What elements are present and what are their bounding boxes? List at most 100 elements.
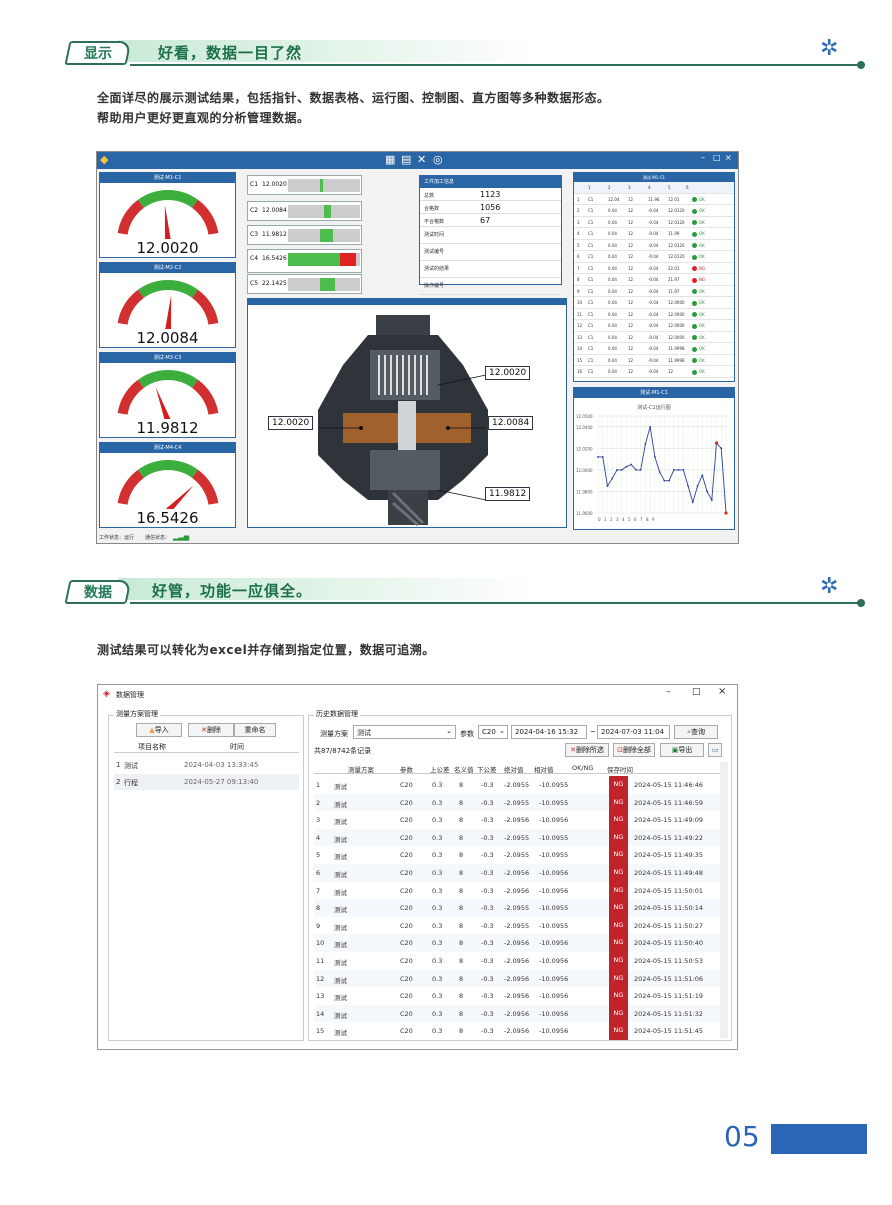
history-cell: 0.3 <box>432 1027 443 1036</box>
rename-button[interactable]: 重命名 <box>234 723 276 737</box>
result-table-row: 7 C1 0.04 12 -0.04 22.01 NG <box>574 263 734 274</box>
history-table-row[interactable]: 13 测试 C20 0.3 8 -0.3 -2.0956 -10.0956 NG 2024-05-… <box>314 987 720 1005</box>
table-scrollbar[interactable] <box>720 762 728 1038</box>
result-cell: C1 <box>588 277 594 282</box>
folder-icon[interactable]: ▭ <box>708 743 722 757</box>
tools-icon[interactable]: ✕ <box>417 153 426 166</box>
history-cell: 测试 <box>334 906 347 915</box>
history-cell: 0.3 <box>432 974 443 983</box>
history-cell: C20 <box>400 904 413 913</box>
result-cell: 12 <box>628 242 634 248</box>
history-table-row[interactable]: 4 测试 C20 0.3 8 -0.3 -2.0955 -10.0955 NG 2024-05-1… <box>314 828 720 847</box>
window-title: 数据管理 <box>116 691 144 699</box>
history-table-row[interactable]: 12 测试 C20 0.3 8 -0.3 -2.0956 -10.0956 NG 2024-05-… <box>314 969 720 988</box>
param-select[interactable]: C20 ⌄ <box>478 725 508 739</box>
ng-badge: NG <box>609 952 628 970</box>
history-table-row[interactable]: 9 测试 C20 0.3 8 -0.3 -2.0955 -10.0955 NG 2024-05-1… <box>314 916 720 935</box>
chevron-down-icon: ⌄ <box>499 727 505 735</box>
result-status: OK <box>692 369 705 375</box>
channel-bar: C1 12.0020 <box>247 175 362 195</box>
plan-select[interactable]: 测试 ⌄ <box>353 725 456 739</box>
ng-badge: NG <box>609 846 628 864</box>
result-cell: 22.01 <box>668 265 680 271</box>
gauge-panel: 测试-M1-C1 12.0020 <box>99 172 236 258</box>
result-status: OK <box>692 254 705 260</box>
export-button[interactable]: ▣导出 <box>660 743 704 757</box>
settings-icon[interactable]: ◎ <box>433 153 443 166</box>
history-cell: 0.3 <box>432 816 443 825</box>
result-table-row: 12 C1 0.04 12 -0.04 12.0000 OK <box>574 320 734 332</box>
signal-icon: ▂▃▅ <box>173 533 190 541</box>
result-cell: -0.04 <box>648 254 659 259</box>
data-icon[interactable]: ▤ <box>401 153 411 166</box>
history-table-row[interactable]: 10 测试 C20 0.3 8 -0.3 -2.0956 -10.0956 NG 2024-05-… <box>314 934 720 952</box>
x-tick-label: 9 <box>652 517 655 522</box>
diagram-label-bottom: 11.9812 <box>485 487 531 501</box>
history-table-row[interactable]: 6 测试 C20 0.3 8 -0.3 -2.0956 -10.0956 NG 2024-05-1… <box>314 864 720 882</box>
query-button[interactable]: ⌕查询 <box>674 725 718 739</box>
result-table-row: 6 C1 0.04 12 -0.04 12.0120 OK <box>574 251 734 263</box>
history-table-header: 测量方案 参数 上公差 名义值 下公差 绝对值 相对值 OK/NG 保存时间 <box>314 762 720 774</box>
delete-selected-button[interactable]: ✕删除所选 <box>565 743 609 757</box>
history-cell: 1 <box>316 781 321 789</box>
history-cell: 8 <box>459 939 464 948</box>
diagram-label-left: 12.0020 <box>268 416 314 430</box>
result-cell: 4 <box>577 231 580 236</box>
history-table-row[interactable]: 3 测试 C20 0.3 8 -0.3 -2.0956 -10.0956 NG 2024-05-1… <box>314 811 720 829</box>
info-row: 不合格数 67 <box>420 214 561 227</box>
minimize-icon[interactable]: – <box>701 153 705 162</box>
channel-track <box>288 205 360 218</box>
result-cell: 12 <box>628 265 634 271</box>
result-cell: 0.04 <box>608 242 617 248</box>
history-table-row[interactable]: 2 测试 C20 0.3 8 -0.3 -2.0955 -10.0955 NG 2024-05-1… <box>314 793 720 812</box>
history-cell: 2024-05-15 11:51:45 <box>634 1027 704 1036</box>
plan-list-item[interactable]: 1 测试 2024-04-03 13:33:45 <box>114 757 299 773</box>
history-cell: -2.0955 <box>504 851 530 860</box>
delete-button[interactable]: ✕删除 <box>188 723 234 737</box>
history-table-row[interactable]: 11 测试 C20 0.3 8 -0.3 -2.0956 -10.0956 NG 2024-05-… <box>314 952 720 970</box>
result-cell: C1 <box>588 369 594 374</box>
history-cell: 4 <box>316 833 321 842</box>
result-cell: 12 <box>668 369 674 374</box>
history-cell: 8 <box>459 974 464 983</box>
history-table-row[interactable]: 14 测试 C20 0.3 8 -0.3 -2.0956 -10.0956 NG 2024-05-… <box>314 1004 720 1023</box>
maximize-icon[interactable]: □ <box>713 153 721 162</box>
plan-list-item[interactable]: 2 行程 2024-05-27 09:13:40 <box>114 774 299 790</box>
history-cell: 测试 <box>334 818 347 827</box>
result-cell: 0.04 <box>608 231 617 236</box>
result-cell: 0.04 <box>608 254 617 259</box>
result-status: OK <box>692 300 705 306</box>
result-table-row: 8 C1 0.04 12 -0.04 21.97 NG <box>574 274 734 286</box>
section1-line <box>130 64 860 66</box>
history-cell: 0.3 <box>432 833 443 842</box>
history-table-row[interactable]: 5 测试 C20 0.3 8 -0.3 -2.0955 -10.0955 NG 2024-05-1… <box>314 846 720 864</box>
date-from-field[interactable]: 2024-04-16 15:32 <box>511 725 587 739</box>
data-point <box>625 465 628 468</box>
history-table-row[interactable]: 7 测试 C20 0.3 8 -0.3 -2.0956 -10.0956 NG 2024-05-1… <box>314 881 720 900</box>
import-button[interactable]: ▲导入 <box>136 723 182 737</box>
history-cell: 8 <box>459 1009 464 1018</box>
date-to-field[interactable]: 2024-07-03 11:04 <box>597 725 670 739</box>
history-cell: 0.3 <box>432 1009 443 1018</box>
channel-bar: C4 16.5426 <box>247 249 362 273</box>
section2-line <box>130 602 860 604</box>
minimize-button[interactable]: – <box>666 687 671 697</box>
history-col-header: 相对值 <box>534 766 554 774</box>
maximize-button[interactable]: □ <box>692 687 701 697</box>
monitor-icon[interactable]: ▦ <box>385 153 395 166</box>
result-status: OK <box>692 358 705 363</box>
history-table-row[interactable]: 1 测试 C20 0.3 8 -0.3 -2.0955 -10.0955 NG 2024-05-1… <box>314 776 720 794</box>
result-cell: -0.04 <box>648 346 659 351</box>
channel-label: C2 <box>250 207 259 214</box>
history-cell: -2.0955 <box>504 904 530 913</box>
close-icon[interactable]: × <box>725 153 732 162</box>
history-cell: 2024-05-15 11:49:09 <box>634 816 704 825</box>
history-cell: 测试 <box>334 976 347 985</box>
delete-all-button[interactable]: ⊡删除全部 <box>613 743 655 757</box>
close-button[interactable]: × <box>718 686 726 697</box>
result-cell: 0.04 <box>608 346 617 351</box>
history-table-row[interactable]: 8 测试 C20 0.3 8 -0.3 -2.0955 -10.0955 NG 2024-05-1… <box>314 899 720 917</box>
history-cell: -10.0956 <box>539 939 569 948</box>
history-cell: C20 <box>400 886 413 895</box>
history-table-row[interactable]: 15 测试 C20 0.3 8 -0.3 -2.0956 -10.0956 NG 2024-05-… <box>314 1022 720 1040</box>
